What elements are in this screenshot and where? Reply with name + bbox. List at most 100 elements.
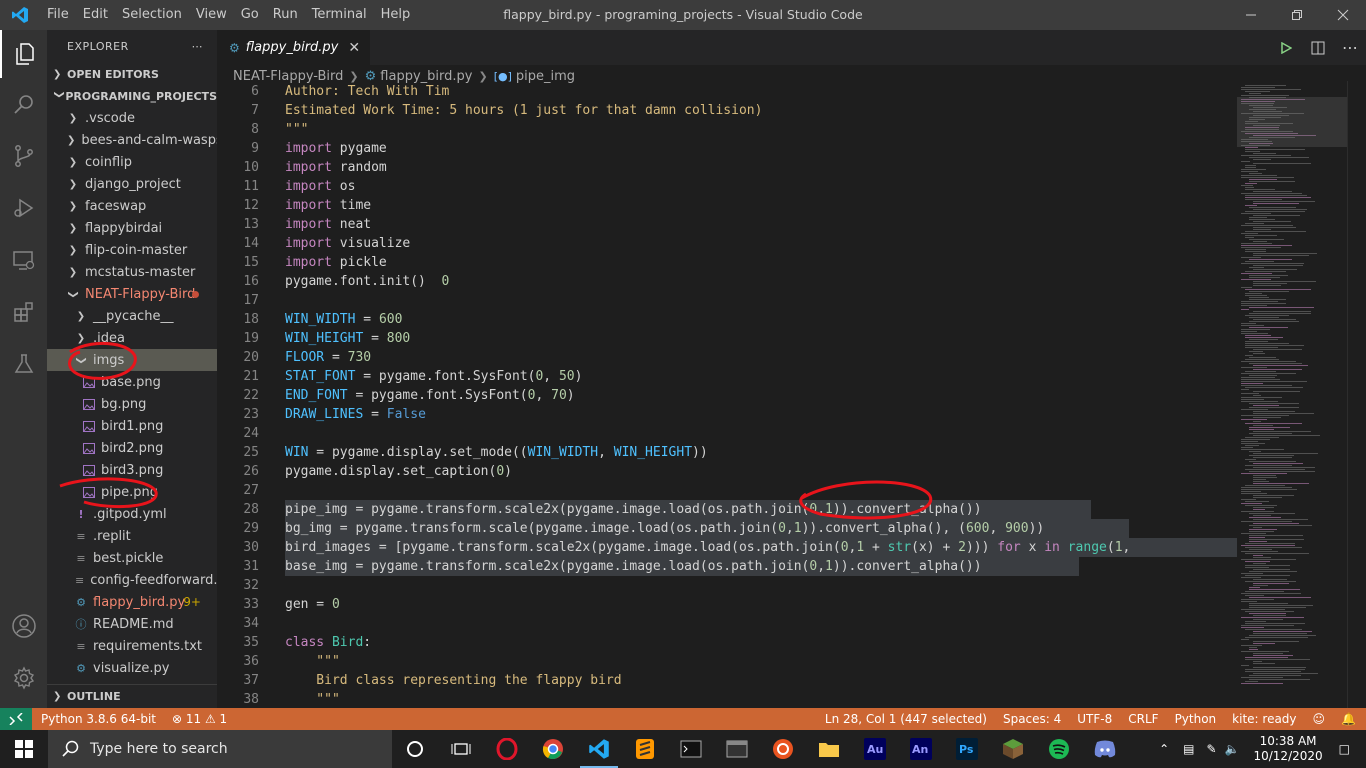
- code-line[interactable]: 6 Author: Tech With Tim: [217, 82, 1237, 101]
- close-tab-icon[interactable]: ✕: [348, 40, 360, 56]
- explorer-icon[interactable]: [0, 30, 47, 78]
- tree-item[interactable]: bg.png: [47, 393, 217, 415]
- code-line[interactable]: 14 import visualize: [217, 234, 1237, 253]
- audition-icon[interactable]: Au: [852, 730, 898, 768]
- tree-item[interactable]: ❯ NEAT-Flappy-Bird: [47, 283, 217, 305]
- chrome-icon[interactable]: [530, 730, 576, 768]
- remote-explorer-icon[interactable]: [0, 236, 47, 284]
- remote-indicator-icon[interactable]: [0, 708, 32, 730]
- tree-item[interactable]: ❯ django_project: [47, 173, 217, 195]
- tree-item[interactable]: ⓘ README.md: [47, 613, 217, 635]
- notifications-bell-icon[interactable]: 🔔: [1341, 712, 1356, 726]
- tree-item[interactable]: bird1.png: [47, 415, 217, 437]
- code-line[interactable]: 32: [217, 576, 1237, 595]
- settings-gear-icon[interactable]: [0, 654, 47, 702]
- code-line[interactable]: 17: [217, 291, 1237, 310]
- accounts-icon[interactable]: [0, 602, 47, 650]
- minimap[interactable]: [1237, 81, 1347, 708]
- tree-item[interactable]: ❯ coinflip: [47, 151, 217, 173]
- clock[interactable]: 10:38 AM 10/12/2020: [1253, 734, 1322, 764]
- photoshop-icon[interactable]: Ps: [944, 730, 990, 768]
- project-section[interactable]: ❯ PROGRAMING_PROJECTS: [47, 85, 217, 107]
- code-line[interactable]: 33 gen = 0: [217, 595, 1237, 614]
- testing-flask-icon[interactable]: [0, 340, 47, 388]
- menu-edit[interactable]: Edit: [76, 0, 115, 30]
- code-line[interactable]: 16 pygame.font.init() 0: [217, 272, 1237, 291]
- feedback-icon[interactable]: ☺: [1313, 712, 1326, 726]
- code-line[interactable]: 37 Bird class representing the flappy bi…: [217, 671, 1237, 690]
- code-line[interactable]: 10 import random: [217, 158, 1237, 177]
- menu-run[interactable]: Run: [266, 0, 305, 30]
- restore-icon[interactable]: [1274, 0, 1320, 30]
- command-prompt-icon[interactable]: [668, 730, 714, 768]
- editor-scrollbar[interactable]: [1347, 81, 1366, 708]
- line-ending[interactable]: CRLF: [1128, 712, 1158, 726]
- tree-item[interactable]: pipe.png: [47, 481, 217, 503]
- language-mode[interactable]: Python: [1175, 712, 1217, 726]
- kite-status[interactable]: kite: ready: [1232, 712, 1296, 726]
- code-line[interactable]: 24: [217, 424, 1237, 443]
- menu-view[interactable]: View: [189, 0, 234, 30]
- code-line[interactable]: 23 DRAW_LINES = False: [217, 405, 1237, 424]
- tree-item[interactable]: bird2.png: [47, 437, 217, 459]
- tree-item[interactable]: ❯ __pycache__: [47, 305, 217, 327]
- tree-item[interactable]: ≡ config-feedforward.t...: [47, 569, 217, 591]
- menu-go[interactable]: Go: [234, 0, 266, 30]
- code-line[interactable]: 19 WIN_HEIGHT = 800: [217, 329, 1237, 348]
- code-line[interactable]: 26 pygame.display.set_caption(0): [217, 462, 1237, 481]
- cortana-icon[interactable]: [392, 730, 438, 768]
- code-editor[interactable]: 6 Author: Tech With Tim 7 Estimated Work Ti…: [217, 81, 1237, 708]
- battery-icon[interactable]: ▤: [1183, 742, 1194, 756]
- opera-icon[interactable]: [484, 730, 530, 768]
- tree-item[interactable]: ⚙ flappy_bird.py 9+: [47, 591, 217, 613]
- cursor-position[interactable]: Ln 28, Col 1 (447 selected): [825, 712, 987, 726]
- menu-terminal[interactable]: Terminal: [305, 0, 374, 30]
- code-line[interactable]: 31 base_img = pygame.transform.scale2x(py…: [217, 557, 1237, 576]
- menu-help[interactable]: Help: [374, 0, 418, 30]
- code-line[interactable]: 29 bg_img = pygame.transform.scale(pygame…: [217, 519, 1237, 538]
- code-line[interactable]: 36 """: [217, 652, 1237, 671]
- ubuntu-icon[interactable]: [760, 730, 806, 768]
- tree-item[interactable]: ! .gitpod.yml: [47, 503, 217, 525]
- code-line[interactable]: 38 """: [217, 690, 1237, 708]
- tree-item[interactable]: ❯ faceswap: [47, 195, 217, 217]
- menu-file[interactable]: File: [40, 0, 76, 30]
- outline-section[interactable]: ❯ OUTLINE: [47, 684, 217, 708]
- task-view-icon[interactable]: [438, 730, 484, 768]
- python-interpreter[interactable]: Python 3.8.6 64-bit: [41, 712, 156, 726]
- code-line[interactable]: 12 import time: [217, 196, 1237, 215]
- code-line[interactable]: 7 Estimated Work Time: 5 hours (1 just fo…: [217, 101, 1237, 120]
- code-line[interactable]: 28 pipe_img = pygame.transform.scale2x(py…: [217, 500, 1237, 519]
- code-line[interactable]: 8 """: [217, 120, 1237, 139]
- tree-item[interactable]: ❯ flappybirdai: [47, 217, 217, 239]
- code-line[interactable]: 34: [217, 614, 1237, 633]
- tree-item[interactable]: ❯ imgs: [47, 349, 217, 371]
- code-line[interactable]: 21 STAT_FONT = pygame.font.SysFont(0, 50): [217, 367, 1237, 386]
- minecraft-icon[interactable]: [990, 730, 1036, 768]
- run-debug-icon[interactable]: [0, 184, 47, 232]
- tree-item[interactable]: ≡ requirements.txt: [47, 635, 217, 657]
- tree-item[interactable]: ❯ bees-and-calm-wasps: [47, 129, 217, 151]
- code-line[interactable]: 25 WIN = pygame.display.set_mode((WIN_WID…: [217, 443, 1237, 462]
- extensions-icon[interactable]: [0, 288, 47, 336]
- indentation[interactable]: Spaces: 4: [1003, 712, 1061, 726]
- menu-selection[interactable]: Selection: [115, 0, 189, 30]
- problems-count[interactable]: ⊗ 11 ⚠ 1: [172, 712, 227, 726]
- code-line[interactable]: 11 import os: [217, 177, 1237, 196]
- run-python-file-icon[interactable]: [1270, 30, 1302, 65]
- minimize-icon[interactable]: [1228, 0, 1274, 30]
- code-line[interactable]: 22 END_FONT = pygame.font.SysFont(0, 70): [217, 386, 1237, 405]
- chevron-up-icon[interactable]: ⌃: [1159, 742, 1169, 756]
- tree-item[interactable]: ❯ .idea: [47, 327, 217, 349]
- spotify-icon[interactable]: [1036, 730, 1082, 768]
- minimap-viewport[interactable]: [1237, 97, 1347, 147]
- taskbar-search-box[interactable]: Type here to search: [48, 730, 392, 768]
- sublime-text-icon[interactable]: [622, 730, 668, 768]
- tree-item[interactable]: ❯ .vscode: [47, 107, 217, 129]
- open-editors-section[interactable]: ❯ OPEN EDITORS: [47, 63, 217, 85]
- tree-item[interactable]: ≡ .replit: [47, 525, 217, 547]
- more-actions-icon[interactable]: ⋯: [192, 40, 204, 53]
- tree-item[interactable]: ❯ mcstatus-master: [47, 261, 217, 283]
- more-editor-actions-icon[interactable]: ⋯: [1334, 30, 1366, 65]
- volume-icon[interactable]: 🔈: [1225, 742, 1240, 756]
